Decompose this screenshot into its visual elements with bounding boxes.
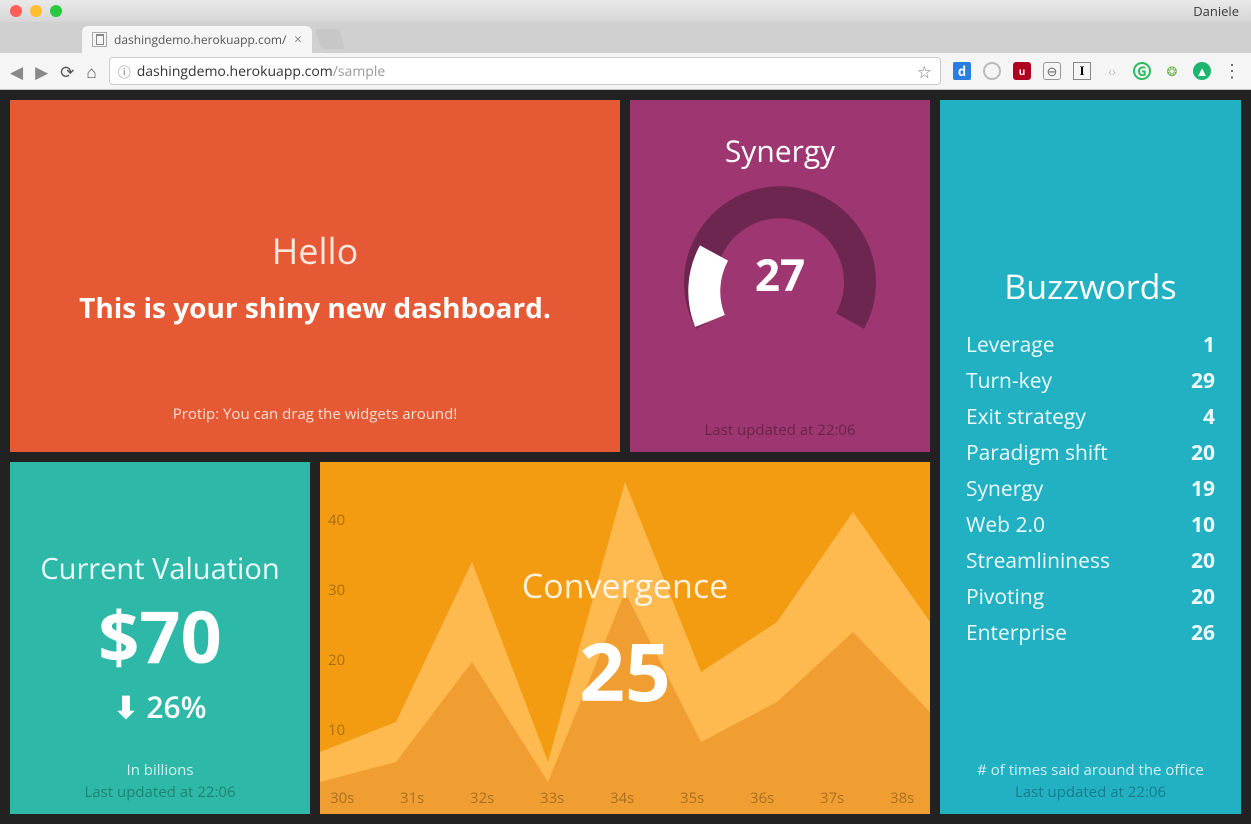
extension-icon[interactable]: ‹›	[1103, 62, 1121, 80]
widget-valuation[interactable]: Current Valuation $70 ⬇ 26% In billions …	[10, 462, 310, 814]
buzzword-label: Pivoting	[966, 583, 1044, 611]
buzzword-label: Exit strategy	[966, 403, 1086, 431]
browser-profile-label[interactable]: Daniele	[1193, 2, 1239, 20]
buzzword-count: 20	[1191, 583, 1215, 611]
valuation-title: Current Valuation	[28, 549, 292, 588]
synergy-updated: Last updated at 22:06	[630, 420, 930, 440]
buzzword-count: 20	[1191, 547, 1215, 575]
buzzword-count: 1	[1203, 331, 1215, 359]
site-info-icon[interactable]: ⓘ	[118, 62, 131, 81]
list-item: Web 2.0 10	[966, 507, 1215, 543]
list-item: Paradigm shift 20	[966, 435, 1215, 471]
arrow-down-icon: ⬇	[113, 686, 138, 727]
y-tick: 40	[328, 510, 345, 530]
x-tick: 32s	[470, 788, 494, 808]
buzzwords-updated: Last updated at 22:06	[940, 782, 1241, 802]
buzzword-count: 10	[1191, 511, 1215, 539]
dashboard: Hello This is your shiny new dashboard. …	[0, 90, 1251, 824]
x-tick: 30s	[330, 788, 354, 808]
window-titlebar: Daniele	[0, 0, 1251, 22]
buzzword-label: Leverage	[966, 331, 1054, 359]
extension-icon[interactable]: ▲	[1193, 62, 1211, 80]
gauge-meter: 27	[680, 181, 880, 341]
buzzword-count: 20	[1191, 439, 1215, 467]
convergence-title: Convergence	[320, 562, 930, 608]
extension-icon[interactable]: u	[1013, 62, 1031, 80]
x-tick: 34s	[610, 788, 634, 808]
extension-icon[interactable]: ⊖	[1043, 62, 1061, 80]
widget-buzzwords[interactable]: Buzzwords Leverage 1 Turn-key 29 Exit strate…	[940, 100, 1241, 814]
buzzword-count: 29	[1191, 367, 1215, 395]
x-tick: 38s	[890, 788, 914, 808]
synergy-value: 27	[680, 244, 880, 304]
extension-icon[interactable]: G	[1133, 62, 1151, 80]
nav-forward-icon: ▶	[35, 60, 48, 83]
buzzword-count: 4	[1203, 403, 1215, 431]
window-close-button[interactable]	[10, 5, 22, 17]
buzzword-label: Web 2.0	[966, 511, 1045, 539]
buzzword-label: Turn-key	[966, 367, 1052, 395]
list-item: Pivoting 20	[966, 579, 1215, 615]
valuation-value: $70	[28, 600, 292, 672]
buzzword-label: Paradigm shift	[966, 439, 1108, 467]
tab-strip: dashingdemo.herokuapp.com/ ×	[0, 22, 1251, 53]
extension-icon[interactable]: I	[1073, 62, 1091, 80]
nav-home-icon[interactable]: ⌂	[86, 60, 96, 83]
x-tick: 35s	[680, 788, 704, 808]
list-item: Turn-key 29	[966, 363, 1215, 399]
buzzword-count: 19	[1191, 475, 1215, 503]
x-tick: 37s	[820, 788, 844, 808]
buzzwords-moreinfo: # of times said around the office	[940, 760, 1241, 780]
x-tick: 31s	[400, 788, 424, 808]
new-tab-button[interactable]	[315, 29, 345, 49]
nav-back-icon[interactable]: ◀	[10, 60, 23, 83]
browser-toolbar: ◀ ▶ ⟳ ⌂ ⓘ dashingdemo.herokuapp.com/samp…	[0, 53, 1251, 90]
buzzword-label: Enterprise	[966, 619, 1067, 647]
x-tick: 33s	[540, 788, 564, 808]
url-path: /sample	[333, 62, 386, 81]
url-host: dashingdemo.herokuapp.com	[137, 62, 333, 81]
nav-reload-icon[interactable]: ⟳	[60, 60, 74, 83]
buzzword-count: 26	[1191, 619, 1215, 647]
welcome-moreinfo: Protip: You can drag the widgets around!	[10, 404, 620, 424]
extension-icon[interactable]: ❂	[1163, 62, 1181, 80]
list-item: Leverage 1	[966, 327, 1215, 363]
widget-synergy-meter[interactable]: Synergy 27 Last updated at 22:06	[630, 100, 930, 452]
convergence-value: 25	[320, 616, 930, 725]
page-favicon-icon	[92, 32, 107, 47]
welcome-title: Hello	[30, 226, 600, 275]
valuation-change: ⬇ 26%	[28, 686, 292, 727]
list-item: Enterprise 26	[966, 615, 1215, 651]
bookmark-star-icon[interactable]: ☆	[917, 60, 932, 83]
address-bar[interactable]: ⓘ dashingdemo.herokuapp.com/sample ☆	[109, 57, 941, 85]
welcome-text: This is your shiny new dashboard.	[30, 289, 600, 327]
buzzwords-list: Leverage 1 Turn-key 29 Exit strategy 4 Paradig…	[960, 327, 1221, 651]
x-tick: 36s	[750, 788, 774, 808]
buzzwords-title: Buzzwords	[960, 263, 1221, 309]
buzzword-label: Synergy	[966, 475, 1043, 503]
valuation-updated: Last updated at 22:06	[10, 782, 310, 802]
buzzword-label: Streamlininess	[966, 547, 1110, 575]
window-zoom-button[interactable]	[50, 5, 62, 17]
widget-welcome[interactable]: Hello This is your shiny new dashboard. …	[10, 100, 620, 452]
valuation-moreinfo: In billions	[10, 760, 310, 780]
extension-icon[interactable]: d	[953, 62, 971, 80]
browser-menu-icon[interactable]: ⋮	[1223, 59, 1241, 83]
tab-title: dashingdemo.herokuapp.com/	[114, 31, 286, 48]
window-minimize-button[interactable]	[30, 5, 42, 17]
extension-icon[interactable]	[983, 62, 1001, 80]
widget-convergence[interactable]: 40 30 20 10 30s 31s 32s 33s 34s 35s 36s …	[320, 462, 930, 814]
browser-tab[interactable]: dashingdemo.herokuapp.com/ ×	[82, 26, 312, 53]
tab-close-icon[interactable]: ×	[294, 30, 302, 49]
list-item: Streamlininess 20	[966, 543, 1215, 579]
list-item: Synergy 19	[966, 471, 1215, 507]
synergy-title: Synergy	[642, 130, 918, 171]
list-item: Exit strategy 4	[966, 399, 1215, 435]
